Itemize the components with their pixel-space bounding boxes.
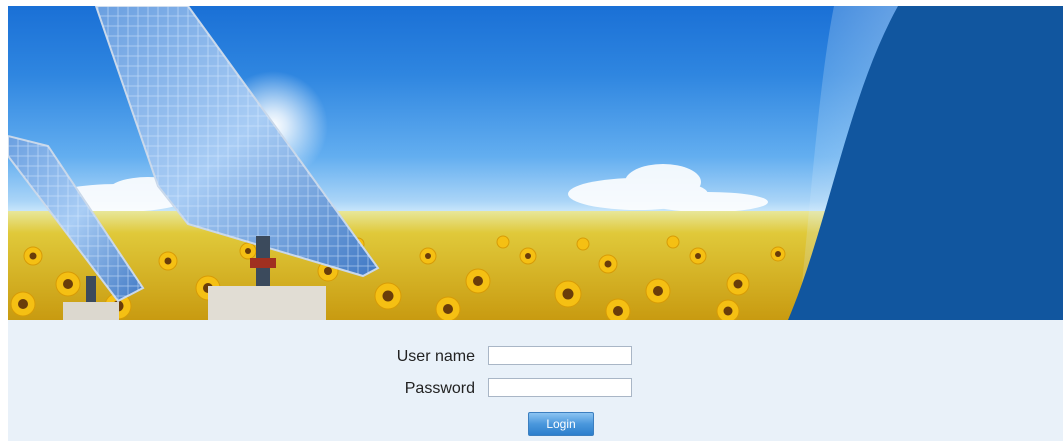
username-row: User name xyxy=(8,346,1063,368)
login-page: User name Password Login xyxy=(8,6,1063,441)
blue-swoosh xyxy=(788,6,1063,320)
header-banner xyxy=(8,6,1063,320)
username-label: User name xyxy=(396,348,475,365)
password-input[interactable] xyxy=(488,378,632,397)
password-label: Password xyxy=(404,380,475,397)
login-button[interactable]: Login xyxy=(528,412,594,436)
password-row: Password xyxy=(8,378,1063,400)
username-input[interactable] xyxy=(488,346,632,365)
login-panel: User name Password Login xyxy=(8,320,1063,441)
banner-illustration xyxy=(8,6,1063,320)
